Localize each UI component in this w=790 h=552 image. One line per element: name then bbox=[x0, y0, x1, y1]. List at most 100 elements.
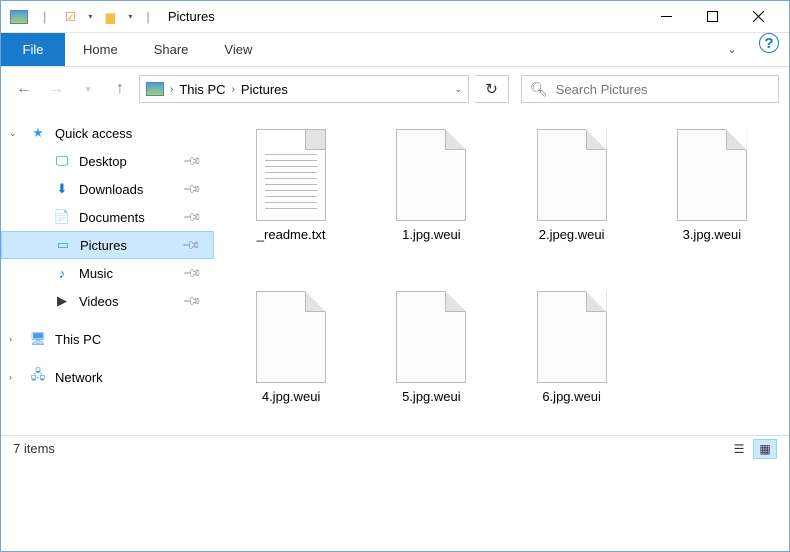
star-icon: ★ bbox=[29, 125, 47, 141]
sidebar-item-videos[interactable]: ▶ Videos 📌︎ bbox=[1, 287, 214, 315]
music-icon: ♪ bbox=[53, 265, 71, 281]
breadcrumb-item[interactable]: Pictures bbox=[241, 82, 288, 97]
file-name: 1.jpg.weui bbox=[402, 227, 461, 242]
file-name: 5.jpg.weui bbox=[402, 389, 461, 404]
documents-icon: 📄 bbox=[53, 209, 71, 225]
text-file-icon bbox=[256, 129, 326, 221]
file-item[interactable]: 2.jpeg.weui bbox=[507, 129, 637, 281]
expand-ribbon-icon[interactable]: ⌄ bbox=[715, 33, 749, 66]
file-name: 3.jpg.weui bbox=[683, 227, 742, 242]
nav-quick-access[interactable]: ⌄ ★ Quick access bbox=[1, 119, 214, 147]
minimize-button[interactable] bbox=[643, 2, 689, 32]
blank-file-icon bbox=[677, 129, 747, 221]
view-switcher: ☰ ▦ bbox=[727, 439, 777, 459]
sidebar-item-downloads[interactable]: ⬇ Downloads 📌︎ bbox=[1, 175, 214, 203]
window-title: Pictures bbox=[168, 9, 215, 24]
forward-button[interactable]: → bbox=[43, 76, 69, 102]
blank-file-icon bbox=[256, 291, 326, 383]
file-item[interactable]: 1.jpg.weui bbox=[366, 129, 496, 281]
breadcrumb[interactable]: › This PC › Pictures ⌄ bbox=[139, 75, 469, 103]
pictures-icon: ▭ bbox=[54, 237, 72, 253]
videos-icon: ▶ bbox=[53, 293, 71, 309]
help-icon[interactable]: ? bbox=[759, 33, 779, 53]
file-tab[interactable]: File bbox=[1, 33, 65, 66]
chevron-right-icon[interactable]: › bbox=[170, 84, 173, 95]
icons-view-button[interactable]: ▦ bbox=[753, 439, 777, 459]
nav-label: Quick access bbox=[55, 126, 132, 141]
file-item[interactable]: _readme.txt bbox=[226, 129, 356, 281]
tab-home[interactable]: Home bbox=[65, 33, 136, 66]
search-box[interactable]: 🔍︎ bbox=[521, 75, 779, 103]
sidebar-item-documents[interactable]: 📄 Documents 📌︎ bbox=[1, 203, 214, 231]
network-icon: 🖧 bbox=[29, 369, 47, 385]
file-name: 4.jpg.weui bbox=[262, 389, 321, 404]
sidebar-item-label: Downloads bbox=[79, 182, 143, 197]
sidebar-item-pictures[interactable]: ▭ Pictures 📌︎ bbox=[1, 231, 214, 259]
ribbon-tabs: File Home Share View ⌄ ? bbox=[1, 33, 789, 67]
pin-icon: 📌︎ bbox=[182, 151, 203, 172]
maximize-button[interactable] bbox=[689, 2, 735, 32]
quick-access-toolbar: | ☑ ▾ ▆ ▾ | Pictures bbox=[9, 8, 215, 26]
pin-icon: 📌︎ bbox=[182, 263, 203, 284]
separator: | bbox=[43, 9, 46, 24]
pictures-icon bbox=[146, 82, 164, 96]
blank-file-icon bbox=[396, 291, 466, 383]
file-grid[interactable]: _readme.txt 1.jpg.weui 2.jpeg.weui 3.jpg.we… bbox=[214, 111, 789, 461]
back-button[interactable]: ← bbox=[11, 76, 37, 102]
desktop-icon: 🖵 bbox=[53, 153, 71, 169]
chevron-down-icon[interactable]: ▾ bbox=[88, 12, 92, 21]
sidebar-item-label: Desktop bbox=[79, 154, 127, 169]
chevron-down-icon[interactable]: ▾ bbox=[128, 12, 132, 21]
nav-label: Network bbox=[55, 370, 103, 385]
refresh-button[interactable]: ↻ bbox=[475, 75, 509, 103]
tab-view[interactable]: View bbox=[206, 33, 270, 66]
nav-network[interactable]: › 🖧 Network bbox=[1, 363, 214, 391]
blank-file-icon bbox=[537, 291, 607, 383]
main-area: ⌄ ★ Quick access 🖵Desktop📌︎⬇Downloads📌︎📄… bbox=[1, 111, 789, 461]
pin-icon: 📌︎ bbox=[182, 207, 203, 228]
downloads-icon: ⬇ bbox=[53, 181, 71, 197]
search-input[interactable] bbox=[556, 82, 770, 97]
nav-label: This PC bbox=[55, 332, 101, 347]
file-item[interactable]: 5.jpg.weui bbox=[366, 291, 496, 443]
navigation-pane: ⌄ ★ Quick access 🖵Desktop📌︎⬇Downloads📌︎📄… bbox=[1, 111, 214, 461]
tab-share[interactable]: Share bbox=[136, 33, 207, 66]
nav-this-pc[interactable]: › 🖥 This PC bbox=[1, 325, 214, 353]
blank-file-icon bbox=[396, 129, 466, 221]
folder-icon[interactable]: ▆ bbox=[100, 8, 120, 26]
chevron-down-icon[interactable]: ⌄ bbox=[454, 84, 462, 95]
sidebar-item-label: Pictures bbox=[80, 238, 127, 253]
up-button[interactable]: ↑ bbox=[107, 76, 133, 102]
address-bar-row: ← → ▾ ↑ › This PC › Pictures ⌄ ↻ 🔍︎ bbox=[1, 67, 789, 111]
this-pc-icon: 🖥 bbox=[29, 331, 47, 347]
file-item[interactable]: 4.jpg.weui bbox=[226, 291, 356, 443]
item-count: 7 items bbox=[13, 441, 55, 456]
pin-icon: 📌︎ bbox=[182, 179, 203, 200]
separator: | bbox=[146, 9, 149, 24]
sidebar-item-music[interactable]: ♪ Music 📌︎ bbox=[1, 259, 214, 287]
pin-icon: 📌︎ bbox=[182, 291, 203, 312]
pictures-app-icon bbox=[9, 8, 29, 26]
title-bar: | ☑ ▾ ▆ ▾ | Pictures bbox=[1, 1, 789, 33]
file-item[interactable]: 6.jpg.weui bbox=[507, 291, 637, 443]
file-item[interactable]: 3.jpg.weui bbox=[647, 129, 777, 281]
chevron-right-icon[interactable]: › bbox=[9, 334, 21, 344]
sidebar-item-label: Music bbox=[79, 266, 113, 281]
status-bar: 7 items ☰ ▦ bbox=[1, 435, 789, 461]
sidebar-item-label: Videos bbox=[79, 294, 119, 309]
search-icon: 🔍︎ bbox=[530, 81, 548, 98]
chevron-right-icon[interactable]: › bbox=[9, 372, 21, 382]
file-name: _readme.txt bbox=[257, 227, 326, 242]
details-view-button[interactable]: ☰ bbox=[727, 439, 751, 459]
sidebar-item-desktop[interactable]: 🖵 Desktop 📌︎ bbox=[1, 147, 214, 175]
chevron-right-icon[interactable]: › bbox=[232, 84, 235, 95]
blank-file-icon bbox=[537, 129, 607, 221]
file-name: 2.jpeg.weui bbox=[539, 227, 605, 242]
properties-icon[interactable]: ☑ bbox=[60, 8, 80, 26]
close-button[interactable] bbox=[735, 2, 781, 32]
recent-locations-button[interactable]: ▾ bbox=[75, 76, 101, 102]
chevron-down-icon[interactable]: ⌄ bbox=[9, 128, 21, 139]
breadcrumb-item[interactable]: This PC bbox=[179, 82, 225, 97]
pin-icon: 📌︎ bbox=[181, 235, 202, 256]
sidebar-item-label: Documents bbox=[79, 210, 145, 225]
